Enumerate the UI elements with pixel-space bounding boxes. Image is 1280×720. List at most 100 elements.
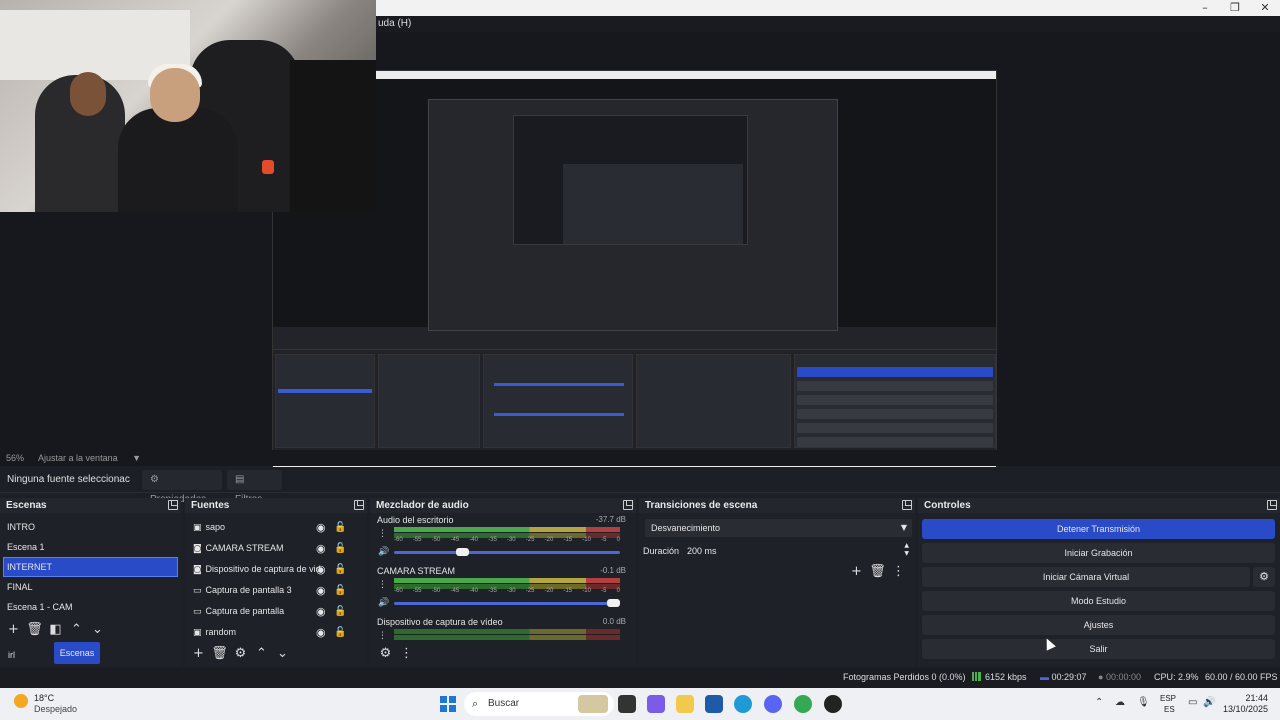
add-icon[interactable]: +: [847, 564, 866, 580]
weather-desc[interactable]: Despejado: [34, 704, 77, 714]
undock-icon[interactable]: [902, 500, 912, 510]
source-item[interactable]: ▣ sapo ◉ 🔓: [185, 517, 367, 538]
undock-icon[interactable]: [354, 500, 364, 510]
transition-select[interactable]: Desvanecimiento ▼: [645, 519, 912, 537]
eye-icon[interactable]: ◉: [316, 559, 326, 580]
properties-button[interactable]: ⚙ Propiedades: [142, 470, 222, 505]
trash-icon[interactable]: 🗑: [868, 564, 887, 580]
speaker-icon[interactable]: 🔊: [378, 598, 389, 608]
sources-dock-header: Fuentes: [185, 498, 367, 513]
cloud-icon[interactable]: ☁: [1115, 697, 1125, 708]
trash-icon[interactable]: 🗑: [25, 622, 44, 638]
tab-escenas[interactable]: Escenas: [54, 642, 100, 664]
studio-mode-button[interactable]: Modo Estudio: [922, 591, 1275, 611]
network-icon[interactable]: ▭: [1188, 697, 1197, 708]
eye-icon[interactable]: ◉: [316, 538, 326, 559]
more-icon[interactable]: ⋮: [378, 631, 387, 641]
exit-button[interactable]: Salir: [922, 639, 1275, 659]
lock-icon[interactable]: 🔓: [334, 538, 346, 559]
microphone-icon[interactable]: 🎙: [1137, 697, 1150, 708]
scene-item[interactable]: Escena 1 - CAM: [0, 597, 181, 617]
chevron-down-icon: ▼: [900, 523, 907, 532]
lock-icon[interactable]: 🔓: [334, 601, 346, 622]
stop-stream-button[interactable]: Detener Transmisión: [922, 519, 1275, 539]
scenes-title: Escenas: [6, 500, 47, 511]
lock-icon[interactable]: 🔓: [334, 559, 346, 580]
add-icon[interactable]: +: [189, 646, 208, 662]
tab-irl[interactable]: irl: [8, 644, 15, 666]
undock-icon[interactable]: [168, 500, 178, 510]
channel-db: 0.0 dB: [602, 617, 626, 626]
spin-icon[interactable]: ▲ ▼: [904, 542, 909, 558]
store-icon[interactable]: [705, 695, 723, 713]
filter-icon[interactable]: ◧: [46, 622, 65, 638]
controls-dock: Controles Detener Transmisión Iniciar Gr…: [918, 498, 1280, 666]
windows-start-icon[interactable]: [440, 696, 456, 712]
source-item[interactable]: ▣ random ◉ 🔓: [185, 622, 367, 643]
volume-slider[interactable]: [394, 599, 620, 607]
chevron-up-icon[interactable]: ⌃: [1095, 697, 1103, 708]
weather-temp[interactable]: 18°C: [34, 693, 54, 703]
speaker-icon[interactable]: 🔊: [378, 547, 389, 557]
chevron-down-icon[interactable]: ⌄: [273, 646, 292, 662]
eye-icon[interactable]: ◉: [316, 517, 326, 538]
more-icon[interactable]: ⋮: [889, 564, 908, 580]
slider-knob[interactable]: [607, 599, 620, 607]
undock-icon[interactable]: [1267, 500, 1277, 510]
chevron-down-icon[interactable]: ⌄: [88, 622, 107, 638]
more-icon[interactable]: ⋮: [397, 646, 416, 662]
gear-icon[interactable]: ⚙: [1253, 567, 1275, 587]
mixer-channel: Audio del escritorio -37.7 dB -60 -55 -50-…: [370, 513, 636, 564]
source-item[interactable]: ◙ Dispositivo de captura de vid ◉ 🔓: [185, 559, 367, 580]
weather-icon[interactable]: [14, 694, 28, 708]
obs-icon[interactable]: [824, 695, 842, 713]
clock-time[interactable]: 21:44: [1245, 693, 1268, 703]
eye-icon[interactable]: ◉: [316, 622, 326, 643]
menu-help[interactable]: uda (H): [378, 18, 411, 29]
clock-date[interactable]: 13/10/2025: [1223, 704, 1268, 714]
filters-button[interactable]: ▤ Filtros: [227, 470, 282, 505]
more-icon[interactable]: ⋮: [378, 580, 387, 590]
virtual-camera-button[interactable]: Iniciar Cámara Virtual: [922, 567, 1250, 587]
trash-icon[interactable]: 🗑: [210, 646, 229, 662]
start-recording-button[interactable]: Iniciar Grabación: [922, 543, 1275, 563]
minimize-button[interactable]: –: [1190, 0, 1220, 16]
scene-item-selected[interactable]: INTERNET: [3, 557, 178, 577]
more-icon[interactable]: ⋮: [378, 529, 387, 539]
task-view-icon[interactable]: [618, 695, 636, 713]
lock-icon[interactable]: 🔓: [334, 517, 346, 538]
lock-icon[interactable]: 🔓: [334, 580, 346, 601]
restore-button[interactable]: ❐: [1220, 0, 1250, 16]
gear-icon: ⚙: [150, 474, 159, 485]
scene-item[interactable]: INTRO: [0, 517, 181, 537]
source-item[interactable]: ◙ CAMARA STREAM ◉ 🔓: [185, 538, 367, 559]
duration-input[interactable]: 200 ms ▲ ▼: [683, 542, 911, 560]
eye-icon[interactable]: ◉: [316, 601, 326, 622]
volume-slider[interactable]: [394, 548, 620, 556]
source-item[interactable]: ▭ Captura de pantalla 3 ◉ 🔓: [185, 580, 367, 601]
settings-button[interactable]: Ajustes: [922, 615, 1275, 635]
lock-icon[interactable]: 🔓: [334, 622, 346, 643]
chevron-up-icon[interactable]: ⌃: [67, 622, 86, 638]
preview-canvas[interactable]: uda (H): [0, 0, 1280, 478]
language-indicator[interactable]: ESP: [1160, 694, 1176, 703]
search-highlight-icon[interactable]: [578, 695, 608, 713]
add-icon[interactable]: +: [4, 622, 23, 638]
eye-icon[interactable]: ◉: [316, 580, 326, 601]
scene-item[interactable]: FINAL: [0, 577, 181, 597]
undock-icon[interactable]: [623, 500, 633, 510]
discord-icon[interactable]: [764, 695, 782, 713]
copilot-icon[interactable]: [647, 695, 665, 713]
gear-icon[interactable]: ⚙: [231, 646, 250, 662]
volume-icon[interactable]: 🔊: [1203, 697, 1215, 708]
source-item[interactable]: ▭ Captura de pantalla ◉ 🔓: [185, 601, 367, 622]
zoom-mode-dropdown[interactable]: Ajustar a la ventana ▼: [38, 453, 153, 463]
settings-icon[interactable]: ⚙: [376, 646, 395, 662]
chevron-up-icon[interactable]: ⌃: [252, 646, 271, 662]
file-explorer-icon[interactable]: [676, 695, 694, 713]
slider-knob[interactable]: [456, 548, 469, 556]
chrome-icon[interactable]: [794, 695, 812, 713]
edge-icon[interactable]: [734, 695, 752, 713]
close-button[interactable]: ✕: [1250, 0, 1280, 16]
scene-item[interactable]: Escena 1: [0, 537, 181, 557]
